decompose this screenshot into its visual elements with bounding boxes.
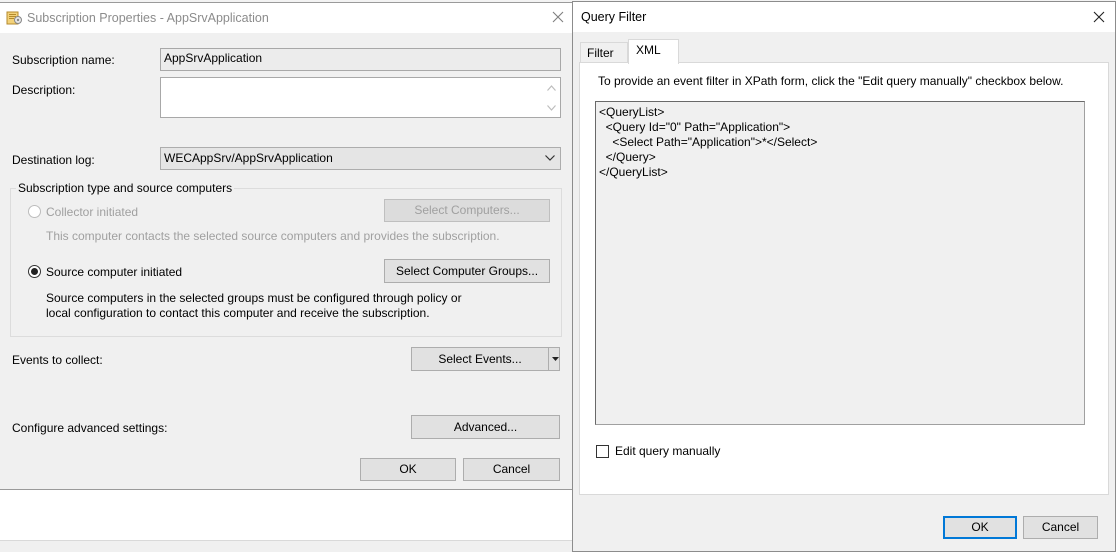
dropdown-arrow-icon[interactable] [552, 357, 559, 361]
xml-line: </Query> [599, 150, 656, 164]
select-events-button-label[interactable]: Select Events... [412, 348, 548, 370]
tab-xml[interactable]: XML [628, 39, 679, 64]
subscription-properties-dialog: Subscription Properties - AppSrvApplicat… [0, 2, 573, 490]
query-filter-cancel-label: Cancel [1041, 520, 1080, 534]
xml-line: <Query Id="0" Path="Application"> [599, 120, 791, 134]
xml-line: <Select Path="Application">*</Select> [599, 135, 818, 149]
select-events-split-button[interactable]: Select Events... [411, 347, 560, 371]
scroll-up-icon[interactable] [547, 85, 556, 91]
select-computers-button-label: Select Computers... [414, 203, 520, 217]
subscription-cancel-button[interactable]: Cancel [463, 458, 560, 481]
xml-tab-panel: To provide an event filter in XPath form… [579, 62, 1109, 495]
select-computers-button[interactable]: Select Computers... [384, 199, 550, 222]
subscription-dialog-title: Subscription Properties - AppSrvApplicat… [27, 11, 269, 25]
query-filter-cancel-button[interactable]: Cancel [1023, 516, 1098, 539]
xml-line: <QueryList> [599, 105, 665, 119]
tab-filter-label: Filter [587, 46, 614, 60]
description-label: Description: [12, 83, 76, 97]
destination-log-dropdown[interactable]: WECAppSrv/AppSrvApplication [160, 147, 561, 170]
source-initiated-label: Source computer initiated [46, 265, 183, 279]
source-initiated-radio[interactable] [28, 265, 41, 278]
source-initiated-description-line2: local configuration to contact this comp… [46, 306, 430, 320]
close-icon[interactable] [1092, 10, 1106, 24]
tab-xml-label: XML [636, 43, 661, 57]
edit-query-manually-label[interactable]: Edit query manually [615, 444, 720, 458]
subscription-cancel-label: Cancel [492, 462, 531, 476]
query-filter-ok-label: OK [971, 520, 989, 534]
xml-query-content: <QueryList> <Query Id="0" Path="Applicat… [599, 105, 817, 180]
query-filter-ok-button[interactable]: OK [943, 516, 1017, 539]
subscription-ok-button[interactable]: OK [360, 458, 456, 481]
radio-selected-dot [31, 268, 38, 275]
subscription-name-field[interactable]: AppSrvApplication [160, 48, 561, 71]
subscription-name-value: AppSrvApplication [164, 51, 263, 65]
select-computer-groups-button-label: Select Computer Groups... [395, 264, 539, 278]
edit-query-manually-checkbox[interactable] [596, 445, 609, 458]
destination-log-value: WECAppSrv/AppSrvApplication [164, 151, 333, 165]
destination-log-label: Destination log: [12, 153, 95, 167]
chevron-down-icon [545, 155, 555, 161]
collector-initiated-label: Collector initiated [46, 205, 139, 219]
query-filter-titlebar: Query Filter [573, 2, 1115, 32]
close-icon[interactable] [551, 10, 565, 24]
select-computer-groups-button[interactable]: Select Computer Groups... [384, 259, 550, 283]
xml-instruction-text: To provide an event filter in XPath form… [598, 74, 1064, 88]
scroll-down-icon[interactable] [547, 105, 556, 111]
subscription-properties-icon [6, 11, 22, 25]
collector-initiated-description: This computer contacts the selected sour… [46, 229, 500, 243]
description-field[interactable] [160, 77, 561, 118]
query-filter-title: Query Filter [581, 10, 647, 24]
subscription-dialog-titlebar: Subscription Properties - AppSrvApplicat… [0, 3, 572, 33]
advanced-button-label: Advanced... [453, 420, 518, 434]
split-button-divider [548, 348, 549, 370]
query-filter-dialog: Query Filter Filter XML To provide an ev… [572, 1, 1116, 552]
subscription-ok-label: OK [399, 462, 417, 476]
subscription-type-group-title: Subscription type and source computers [16, 181, 235, 195]
xml-query-textbox[interactable]: <QueryList> <Query Id="0" Path="Applicat… [595, 101, 1085, 425]
description-scrollbar[interactable] [543, 78, 560, 117]
subscription-name-label: Subscription name: [12, 53, 115, 67]
tab-filter[interactable]: Filter [580, 42, 628, 63]
advanced-button[interactable]: Advanced... [411, 415, 560, 439]
collector-initiated-radio[interactable] [28, 205, 41, 218]
advanced-settings-label: Configure advanced settings: [12, 421, 168, 435]
xml-line: </QueryList> [599, 165, 668, 179]
events-to-collect-label: Events to collect: [12, 353, 103, 367]
source-initiated-description-line1: Source computers in the selected groups … [46, 291, 462, 305]
